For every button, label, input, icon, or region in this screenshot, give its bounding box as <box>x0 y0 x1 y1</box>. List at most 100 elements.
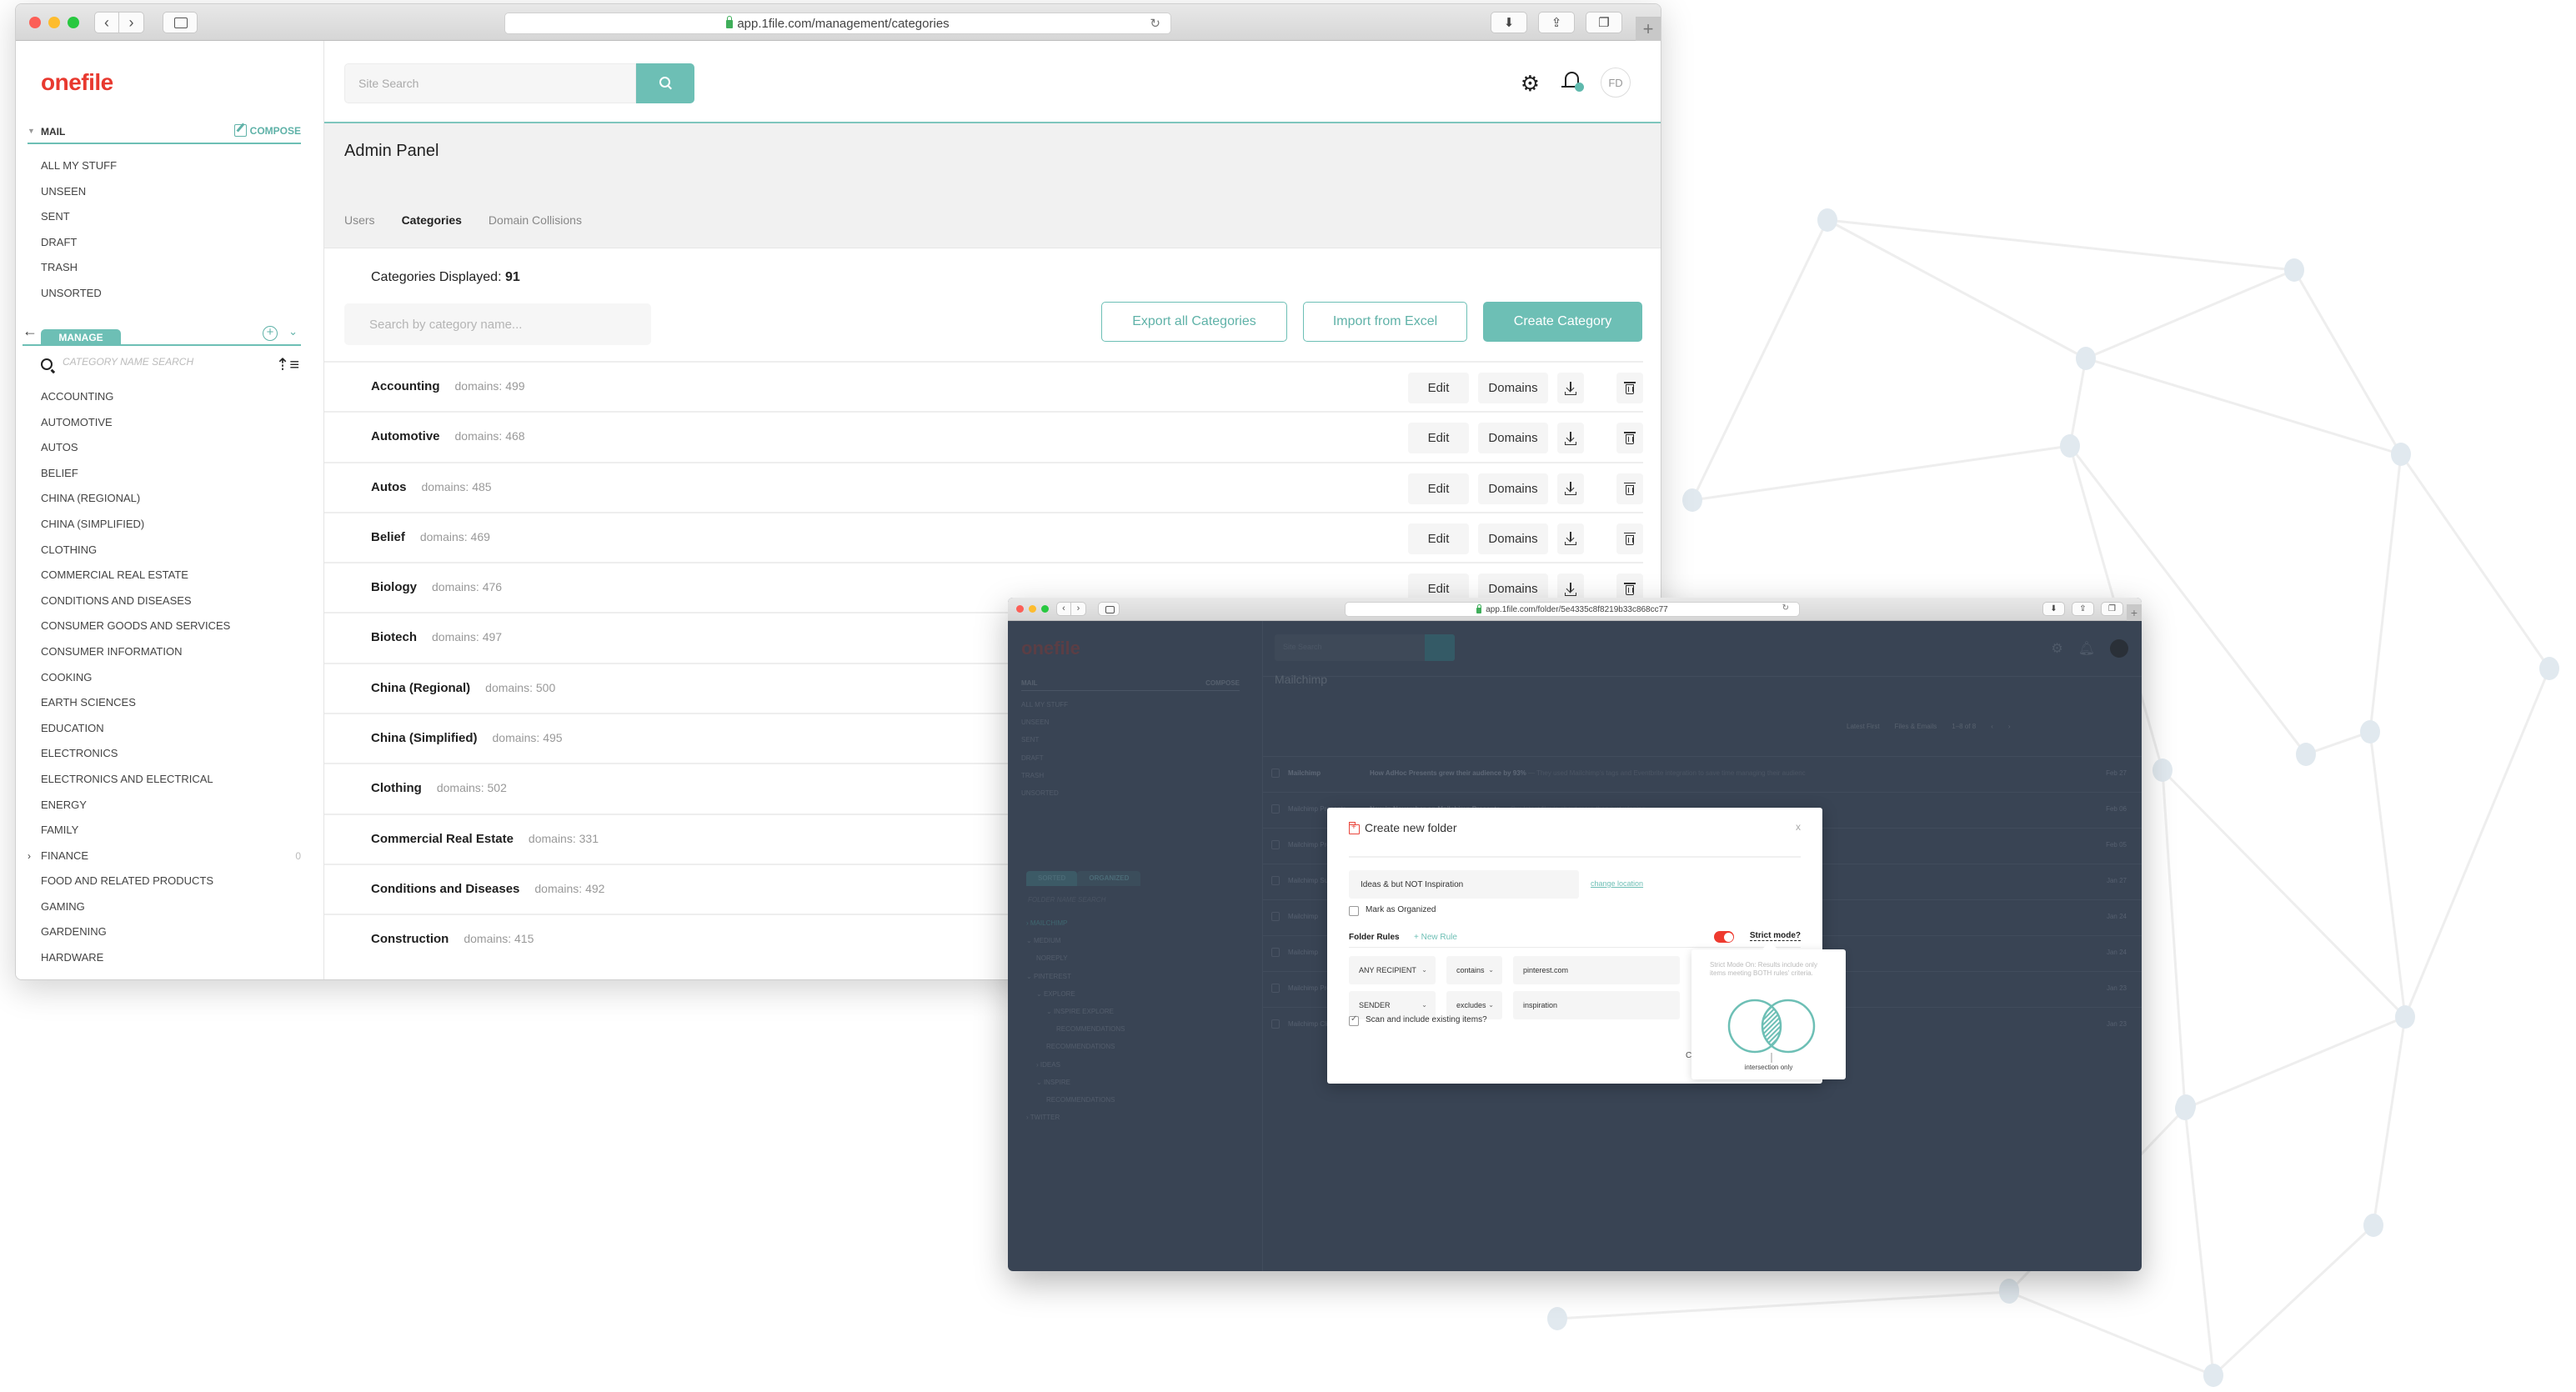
next-page-icon[interactable]: › <box>2008 723 2011 730</box>
download-button[interactable] <box>1557 423 1584 454</box>
import-from-excel-button[interactable]: Import from Excel <box>1303 302 1467 342</box>
maximize-window-button[interactable] <box>1041 605 1049 613</box>
chevron-down-icon[interactable]: ⌄ <box>1026 937 1034 944</box>
sidebar-item-unsorted[interactable]: UNSORTED <box>41 281 117 307</box>
close-window-button[interactable] <box>1016 605 1024 613</box>
folder-item[interactable]: NOREPLY <box>1026 949 1125 967</box>
new-rule-button[interactable]: + New Rule <box>1414 933 1457 942</box>
chevron-down-icon[interactable]: ⌄ <box>288 325 298 338</box>
download-button[interactable] <box>1557 523 1584 554</box>
notifications-bell-icon[interactable] <box>1561 69 1584 93</box>
download-button[interactable] <box>1557 473 1584 504</box>
type-filter-dropdown[interactable]: Files & Emails <box>1895 723 1937 730</box>
close-window-button[interactable] <box>29 17 41 28</box>
rule-operator-dropdown[interactable]: contains ⌄ <box>1446 956 1502 984</box>
folder-item[interactable]: › MAILCHIMP <box>1026 914 1125 932</box>
strict-mode-toggle[interactable] <box>1714 931 1734 943</box>
category-item[interactable]: FAMILY <box>41 818 301 844</box>
edit-button[interactable]: Edit <box>1408 523 1469 554</box>
chevron-down-icon[interactable]: ⌄ <box>1036 1079 1044 1086</box>
scan-existing-checkbox[interactable] <box>1349 1014 1359 1026</box>
sidebar-item-draft[interactable]: DRAFT <box>41 230 117 256</box>
reload-icon[interactable]: ↻ <box>1782 603 1789 613</box>
category-item[interactable]: COOKING <box>41 665 301 691</box>
compose-button[interactable]: COMPOSE <box>233 124 301 137</box>
reload-icon[interactable]: ↻ <box>1150 16 1160 31</box>
share-icon[interactable]: ⇪ <box>1538 12 1575 33</box>
sidebar-item-draft[interactable]: DRAFT <box>1021 749 1068 767</box>
category-item[interactable]: CHINA (REGIONAL) <box>41 486 301 512</box>
folder-name-search-input[interactable]: FOLDER NAME SEARCH <box>1028 896 1105 904</box>
site-search-input[interactable]: Site Search <box>1275 634 1425 661</box>
folder-item[interactable]: RECOMMENDATIONS <box>1026 1091 1125 1109</box>
category-item[interactable]: CONSUMER INFORMATION <box>41 639 301 665</box>
tabs-overview-icon[interactable]: ❐ <box>2101 602 2123 616</box>
create-category-button[interactable]: Create Category <box>1483 302 1642 342</box>
email-checkbox[interactable] <box>1271 984 1280 993</box>
category-item[interactable]: CONSUMER GOODS AND SERVICES <box>41 613 301 639</box>
category-item[interactable]: ACCOUNTING <box>41 384 301 410</box>
search-button[interactable] <box>636 63 694 103</box>
sidebar-item-all-my-stuff[interactable]: ALL MY STUFF <box>1021 696 1068 714</box>
edit-button[interactable]: Edit <box>1408 423 1469 454</box>
sidebar-item-unseen[interactable]: UNSEEN <box>41 179 117 205</box>
sort-icon[interactable]: ⇡≡ <box>276 354 299 375</box>
email-checkbox[interactable] <box>1271 804 1280 814</box>
category-item[interactable]: HOME <box>41 971 301 979</box>
downloads-icon[interactable]: ⬇ <box>2042 602 2065 616</box>
category-item[interactable]: FOOD AND RELATED PRODUCTS <box>41 869 301 894</box>
email-checkbox[interactable] <box>1271 876 1280 885</box>
add-category-icon[interactable]: + <box>263 326 278 341</box>
sidebar-item-unseen[interactable]: UNSEEN <box>1021 714 1068 731</box>
email-checkbox[interactable] <box>1271 769 1280 778</box>
tab-users[interactable]: Users <box>344 213 375 227</box>
sidebar-toggle-icon[interactable] <box>1098 602 1120 616</box>
mark-organized-checkbox[interactable] <box>1349 906 1359 916</box>
sidebar-item-trash[interactable]: TRASH <box>1021 767 1068 784</box>
sidebar-item-sent[interactable]: SENT <box>1021 731 1068 749</box>
forward-button[interactable]: › <box>1071 602 1086 616</box>
category-filter-input[interactable] <box>344 303 651 345</box>
domains-button[interactable]: Domains <box>1478 423 1548 454</box>
settings-gear-icon[interactable]: ⚙ <box>2051 640 2062 657</box>
chevron-down-icon[interactable]: ⌄ <box>1026 973 1034 980</box>
email-row[interactable]: Mailchimp How AdHoc Presents grew their a… <box>1263 756 2142 792</box>
download-button[interactable] <box>1557 373 1584 403</box>
new-tab-button[interactable]: + <box>1636 17 1661 41</box>
manage-tab[interactable]: MANAGE <box>41 329 121 346</box>
minimize-window-button[interactable] <box>48 17 60 28</box>
delete-button[interactable] <box>1616 473 1643 504</box>
domains-button[interactable]: Domains <box>1478 523 1548 554</box>
new-tab-button[interactable]: + <box>2127 604 2142 621</box>
folder-item[interactable]: ⌄ INSPIRE <box>1026 1074 1125 1091</box>
tab-organized[interactable]: ORGANIZED <box>1077 871 1141 886</box>
category-item[interactable]: AUTOMOTIVE <box>41 410 301 436</box>
back-button[interactable]: ‹ <box>1056 602 1071 616</box>
rule-field-dropdown[interactable]: ANY RECIPIENT ⌄ <box>1349 956 1436 984</box>
category-item[interactable]: ENERGY <box>41 793 301 819</box>
close-icon[interactable]: x <box>1796 821 1801 833</box>
search-button[interactable] <box>1425 634 1455 661</box>
delete-button[interactable] <box>1616 423 1643 454</box>
edit-button[interactable]: Edit <box>1408 373 1469 403</box>
folder-name-input[interactable] <box>1349 870 1579 899</box>
export-all-categories-button[interactable]: Export all Categories <box>1101 302 1287 342</box>
category-item[interactable]: ELECTRONICS <box>41 741 301 767</box>
sort-dropdown[interactable]: Latest First <box>1847 723 1880 730</box>
category-name-search-input[interactable] <box>63 356 263 368</box>
email-checkbox[interactable] <box>1271 840 1280 849</box>
folder-item[interactable]: › TWITTER <box>1026 1109 1125 1126</box>
chevron-down-icon[interactable]: ⌄ <box>1036 990 1044 998</box>
sidebar-toggle-icon[interactable] <box>163 12 198 33</box>
downloads-icon[interactable]: ⬇ <box>1491 12 1527 33</box>
back-arrow-icon[interactable]: ← <box>23 323 38 340</box>
address-bar[interactable]: app.1file.com/management/categories ↻ <box>504 13 1171 34</box>
sidebar-item-unsorted[interactable]: UNSORTED <box>1021 784 1068 802</box>
folder-item[interactable]: ⌄ INSPIRE EXPLORE <box>1026 1003 1125 1020</box>
delete-button[interactable] <box>1616 373 1643 403</box>
tab-categories[interactable]: Categories <box>402 213 462 227</box>
category-item[interactable]: GARDENING <box>41 919 301 945</box>
chevron-right-icon[interactable]: › <box>28 844 31 869</box>
email-checkbox[interactable] <box>1271 948 1280 957</box>
folder-item[interactable]: ⌄ PINTEREST <box>1026 968 1125 985</box>
